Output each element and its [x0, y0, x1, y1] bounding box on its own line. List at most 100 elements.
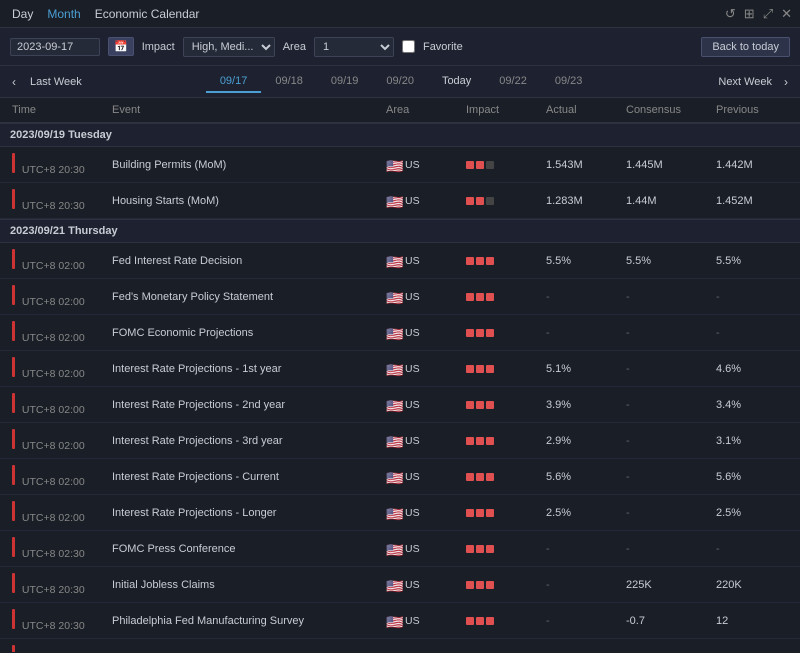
close-icon[interactable]: ✕	[781, 6, 792, 22]
impact-bars	[466, 293, 538, 301]
impact-cell	[462, 579, 542, 591]
event-name: Initial Jobless Claims	[108, 577, 382, 593]
prev-arrow[interactable]: ‹	[4, 71, 24, 93]
previous-cell: -	[712, 541, 792, 557]
area-label: Area	[283, 41, 306, 53]
impact-bars	[466, 545, 538, 553]
area-code: US	[405, 651, 420, 653]
table-row[interactable]: UTC+8 22:00 Existing Home Sales Change (…	[0, 639, 800, 652]
table-row[interactable]: UTC+8 20:30 Building Permits (MoM) 🇺🇸 US…	[0, 147, 800, 183]
actual-cell: 5.6%	[542, 469, 622, 485]
previous-cell: 12	[712, 613, 792, 629]
calendar-icon-button[interactable]: 📅	[108, 37, 134, 56]
area-code: US	[405, 615, 420, 627]
table-row[interactable]: UTC+8 02:00 FOMC Economic Projections 🇺🇸…	[0, 315, 800, 351]
flag-icon: 🇺🇸	[386, 615, 402, 626]
time-value: UTC+8 20:30	[22, 620, 85, 632]
actual-cell: -	[542, 289, 622, 305]
tab-month[interactable]: Month	[43, 5, 84, 23]
impact-select[interactable]: High, Medi...	[183, 37, 275, 57]
week-day-09-17[interactable]: 09/17	[206, 71, 262, 93]
table-row[interactable]: UTC+8 02:00 Interest Rate Projections - …	[0, 495, 800, 531]
area-code: US	[405, 195, 420, 207]
impact-indicator	[12, 465, 15, 485]
next-arrow[interactable]: ›	[776, 71, 796, 93]
consensus-cell: 225K	[622, 577, 712, 593]
area-cell: 🇺🇸 US	[382, 613, 462, 629]
table-row[interactable]: UTC+8 20:30 Housing Starts (MoM) 🇺🇸 US 1…	[0, 183, 800, 219]
time-value: UTC+8 02:00	[22, 512, 85, 524]
area-code: US	[405, 435, 420, 447]
event-name: Housing Starts (MoM)	[108, 193, 382, 209]
last-week-label[interactable]: Last Week	[24, 76, 88, 88]
previous-cell: -	[712, 325, 792, 341]
consensus-cell: -	[622, 397, 712, 413]
time-value: UTC+8 02:00	[22, 476, 85, 488]
impact-indicator	[12, 249, 15, 269]
consensus-cell: -	[622, 325, 712, 341]
refresh-icon[interactable]: ↺	[725, 6, 736, 22]
event-name: Interest Rate Projections - Current	[108, 469, 382, 485]
area-select[interactable]: 1	[314, 37, 394, 57]
previous-cell: 1.452M	[712, 193, 792, 209]
consensus-cell: -	[622, 541, 712, 557]
th-event: Event	[108, 102, 382, 118]
week-day-Today[interactable]: Today	[428, 71, 485, 93]
previous-cell: 2.5%	[712, 505, 792, 521]
back-to-today-button[interactable]: Back to today	[701, 37, 790, 57]
impact-cell	[462, 327, 542, 339]
flag-icon: 🇺🇸	[386, 399, 402, 410]
area-cell: 🇺🇸 US	[382, 289, 462, 305]
week-day-09-19[interactable]: 09/19	[317, 71, 373, 93]
impact-label: Impact	[142, 41, 175, 53]
week-nav: ‹ Last Week 09/1709/1809/1909/20Today09/…	[0, 66, 800, 98]
window-controls: ↺ ⊞ ⤢ ✕	[725, 6, 792, 22]
flag-icon: 🇺🇸	[386, 507, 402, 518]
table-row[interactable]: UTC+8 02:00 Interest Rate Projections - …	[0, 351, 800, 387]
impact-bars	[466, 581, 538, 589]
table-row[interactable]: UTC+8 20:30 Philadelphia Fed Manufacturi…	[0, 603, 800, 639]
actual-cell: 2.9%	[542, 433, 622, 449]
previous-cell: 1.442M	[712, 157, 792, 173]
consensus-cell: 1.44M	[622, 193, 712, 209]
consensus-cell: -	[622, 469, 712, 485]
date-input[interactable]	[10, 38, 100, 56]
actual-cell: -	[542, 541, 622, 557]
area-code: US	[405, 543, 420, 555]
flag-icon: 🇺🇸	[386, 291, 402, 302]
week-day-09-20[interactable]: 09/20	[372, 71, 428, 93]
grid-icon[interactable]: ⊞	[744, 6, 755, 22]
table-row[interactable]: UTC+8 02:00 Fed Interest Rate Decision 🇺…	[0, 243, 800, 279]
event-name: Interest Rate Projections - Longer	[108, 505, 382, 521]
table-row[interactable]: UTC+8 02:00 Interest Rate Projections - …	[0, 387, 800, 423]
flag-icon: 🇺🇸	[386, 159, 402, 170]
area-cell: 🇺🇸 US	[382, 505, 462, 521]
table-row[interactable]: UTC+8 02:30 FOMC Press Conference 🇺🇸 US …	[0, 531, 800, 567]
consensus-cell: 5.5%	[622, 253, 712, 269]
impact-indicator	[12, 609, 15, 629]
favorite-checkbox[interactable]	[402, 40, 415, 53]
area-code: US	[405, 363, 420, 375]
flag-icon: 🇺🇸	[386, 195, 402, 206]
tab-day[interactable]: Day	[8, 5, 37, 23]
top-bar: Day Month Economic Calendar ↺ ⊞ ⤢ ✕	[0, 0, 800, 28]
table-row[interactable]: UTC+8 02:00 Interest Rate Projections - …	[0, 423, 800, 459]
table-row[interactable]: UTC+8 02:00 Interest Rate Projections - …	[0, 459, 800, 495]
table-row[interactable]: UTC+8 20:30 Initial Jobless Claims 🇺🇸 US…	[0, 567, 800, 603]
week-day-09-23[interactable]: 09/23	[541, 71, 597, 93]
next-week-label[interactable]: Next Week	[714, 76, 776, 88]
area-cell: 🇺🇸 US	[382, 193, 462, 209]
consensus-cell: -	[622, 361, 712, 377]
area-code: US	[405, 399, 420, 411]
table-row[interactable]: UTC+8 02:00 Fed's Monetary Policy Statem…	[0, 279, 800, 315]
expand-icon[interactable]: ⤢	[763, 6, 773, 22]
impact-indicator	[12, 189, 15, 209]
actual-cell: 5.5%	[542, 253, 622, 269]
week-day-09-22[interactable]: 09/22	[485, 71, 541, 93]
impact-indicator	[12, 573, 15, 593]
week-day-09-18[interactable]: 09/18	[261, 71, 317, 93]
th-time: Time	[8, 102, 108, 118]
flag-icon: 🇺🇸	[386, 651, 402, 652]
previous-cell: 3.1%	[712, 433, 792, 449]
flag-icon: 🇺🇸	[386, 327, 402, 338]
